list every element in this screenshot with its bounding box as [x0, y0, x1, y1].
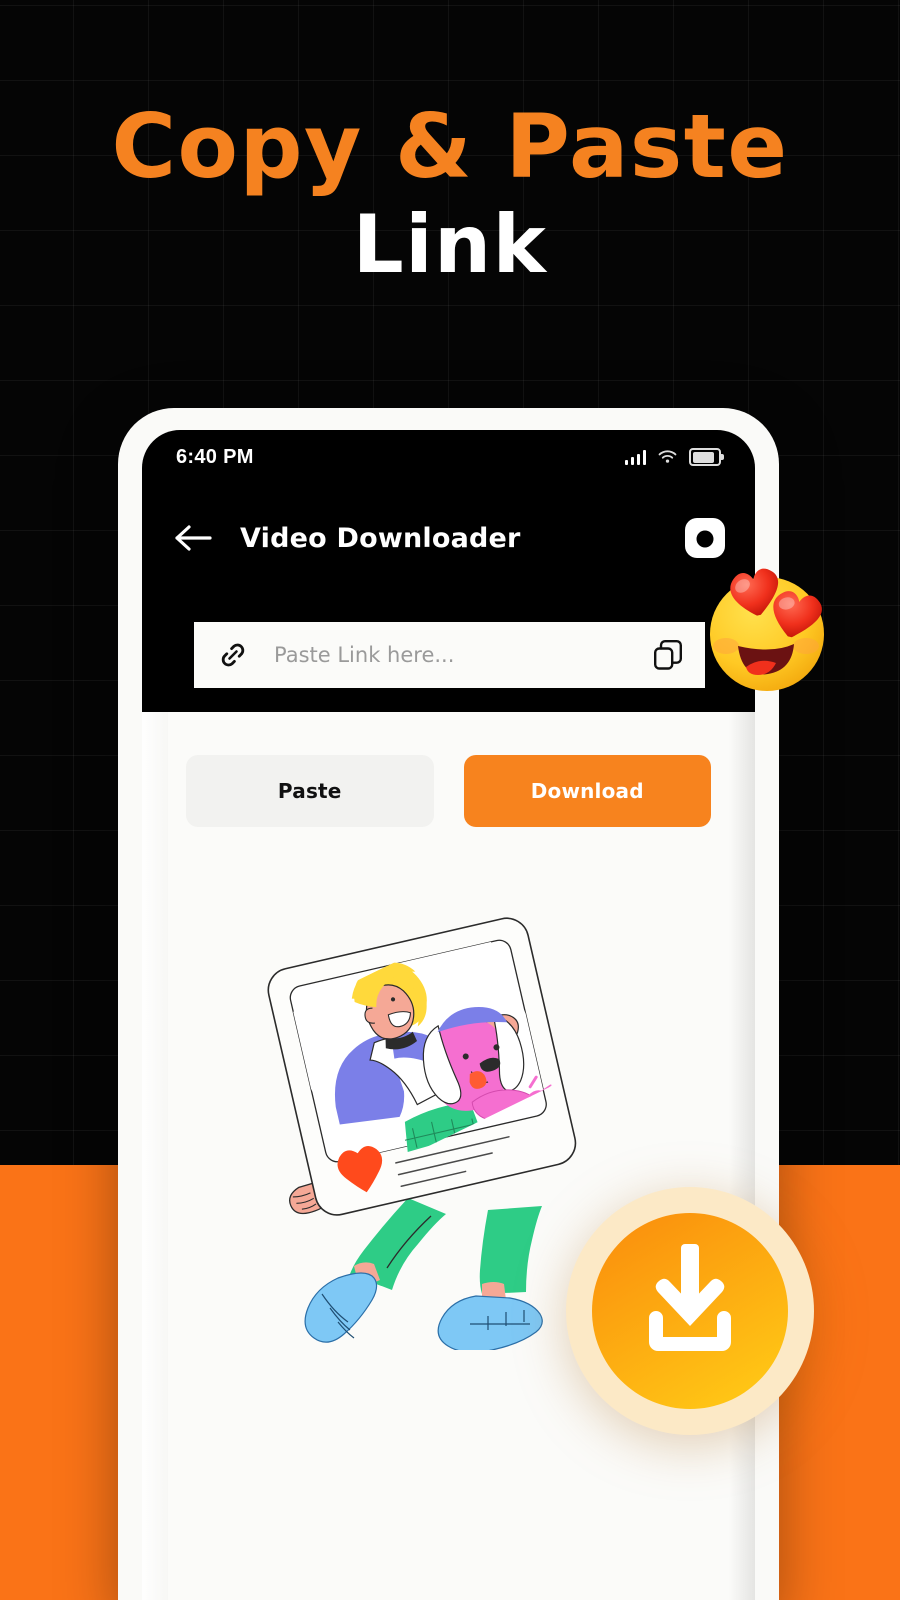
copy-icon[interactable] — [653, 639, 683, 671]
status-bar: 6:40 PM — [142, 440, 755, 474]
link-input-placeholder: Paste Link here... — [274, 643, 455, 667]
signal-bars-icon — [624, 449, 646, 465]
status-bar-time: 6:40 PM — [176, 445, 254, 468]
app-header-dark-area: 6:40 PM Video Downloader Paste Link here… — [142, 430, 755, 712]
instagram-lens — [696, 530, 714, 548]
page-title: Video Downloader — [240, 522, 521, 554]
paste-button[interactable]: Paste — [186, 755, 434, 827]
instagram-camera-icon[interactable] — [685, 518, 725, 558]
back-arrow-icon[interactable] — [172, 521, 214, 555]
battery-icon — [689, 448, 724, 466]
download-button[interactable]: Download — [463, 755, 711, 827]
download-badge[interactable] — [565, 1186, 815, 1436]
action-buttons-row: Paste Download — [142, 755, 755, 827]
status-bar-icons — [624, 448, 724, 466]
promo-screenshot: Copy & Paste Link 6:40 PM Video Download… — [0, 0, 900, 1600]
link-chain-icon — [221, 643, 245, 667]
wifi-icon — [658, 450, 677, 463]
app-bar: Video Downloader — [142, 508, 755, 568]
link-input-field[interactable]: Paste Link here... — [194, 622, 705, 688]
instagram-flash-dot — [713, 524, 718, 529]
heart-eyes-emoji — [692, 554, 842, 702]
